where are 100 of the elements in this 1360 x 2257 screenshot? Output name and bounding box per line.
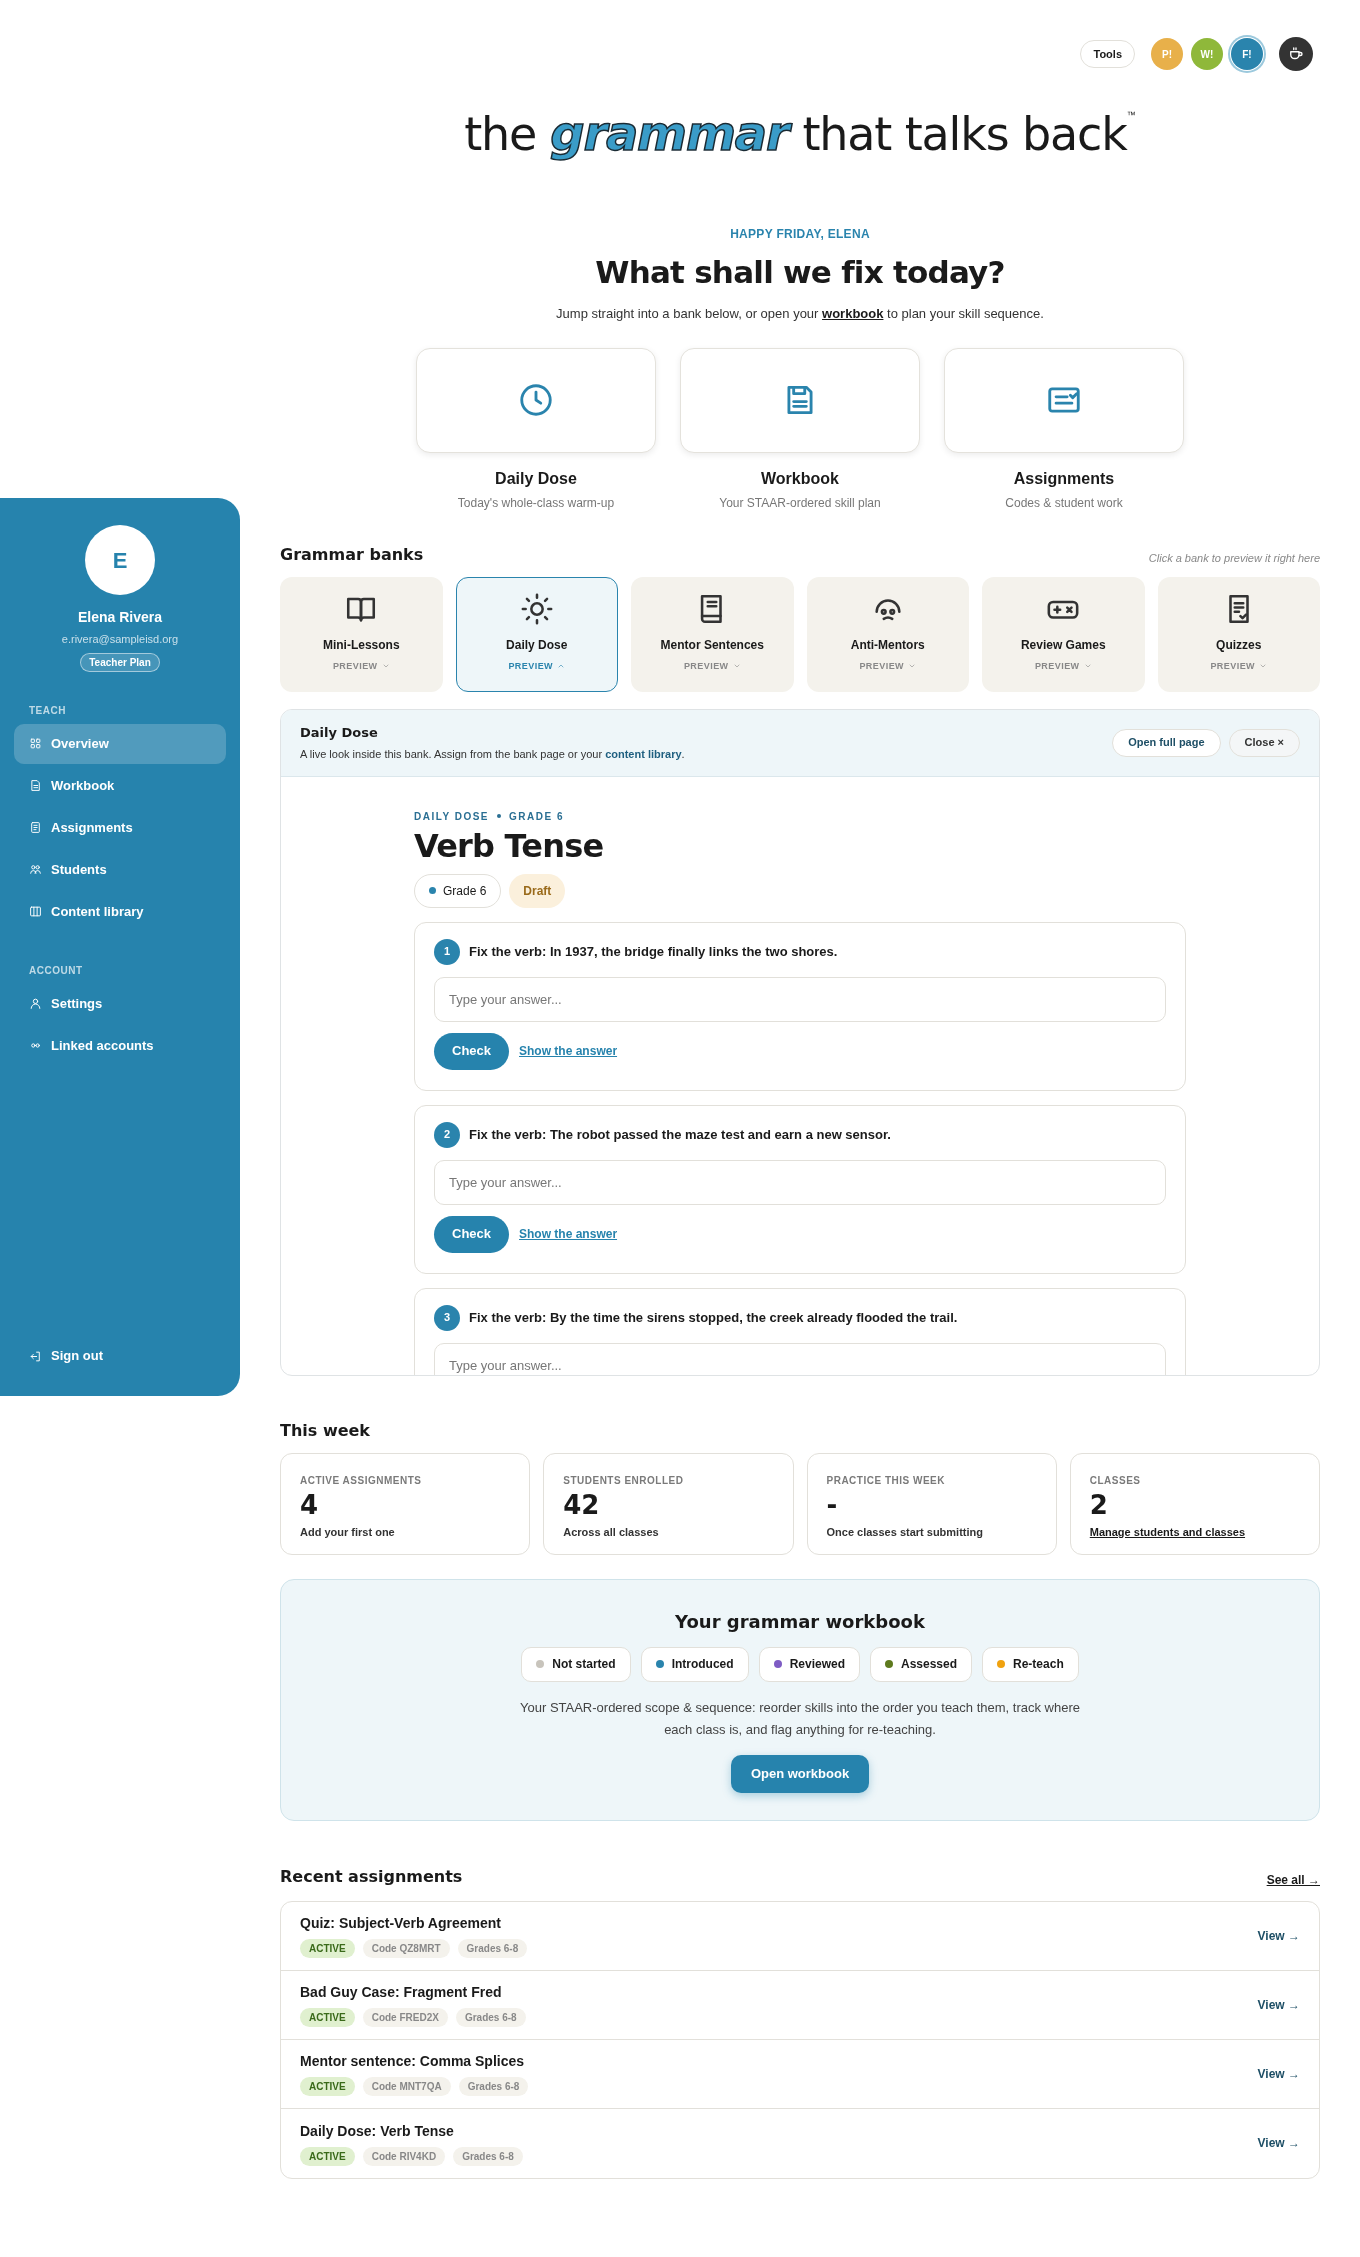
status-badge: ACTIVE: [300, 2008, 355, 2027]
sun-icon: [519, 591, 554, 626]
preview-label: PREVIEW: [683, 659, 729, 673]
code-tag: Code MNT7QA: [362, 2077, 451, 2096]
person-icon: [29, 997, 42, 1010]
section-heading: Grammar banks: [280, 543, 424, 566]
preview-label: PREVIEW: [859, 659, 905, 673]
notepad-icon: [29, 821, 42, 834]
user-avatar: E: [85, 525, 155, 595]
people-icon: [29, 863, 42, 876]
sidebar-item[interactable]: Workbook: [14, 765, 226, 806]
lesson-title: Verb Tense: [414, 829, 605, 862]
assignment-title: Daily Dose: Verb Tense: [300, 2121, 455, 2141]
bank-card[interactable]: Daily Dose PREVIEW: [455, 576, 618, 692]
code-tag: Code QZ8MRT: [362, 1939, 450, 1958]
code-tag: Code FRED2X: [362, 2008, 448, 2027]
check-button[interactable]: Check: [434, 1215, 510, 1253]
code-tag: Code RIV4KD: [362, 2146, 446, 2166]
view-link[interactable]: View →: [1257, 2064, 1300, 2083]
content-library-link[interactable]: content library: [605, 748, 682, 760]
profile-avatar[interactable]: F!: [1231, 38, 1263, 70]
answer-field[interactable]: Type your answer...: [434, 1342, 1166, 1375]
user-name: Elena Rivera: [77, 608, 163, 627]
workbook-link[interactable]: workbook: [822, 306, 884, 321]
preview-label: PREVIEW: [508, 659, 554, 673]
show-answer-link[interactable]: Show the answer: [519, 1225, 618, 1243]
view-link[interactable]: View →: [1257, 1995, 1300, 2014]
view-link[interactable]: View →: [1257, 1926, 1300, 1945]
grid-icon: [29, 737, 42, 750]
grades-tag: Grades 6-8: [453, 2146, 523, 2166]
stat-label: PRACTICE THIS WEEK: [826, 1473, 946, 1488]
logo-text: that talks back: [802, 111, 1127, 157]
sidebar-item[interactable]: Linked accounts: [14, 1025, 226, 1066]
bank-card[interactable]: Anti-Mentors PREVIEW: [806, 576, 969, 692]
quick-link-subtitle: Codes & student work: [1005, 494, 1123, 512]
bank-card[interactable]: Review Games PREVIEW: [982, 576, 1145, 692]
quick-link-title: Assignments: [1013, 468, 1115, 489]
legend-label: Introduced: [671, 1656, 734, 1673]
tools-button[interactable]: Tools: [1080, 40, 1135, 68]
user-email: e.rivera@sampleisd.org: [61, 632, 179, 647]
question-prompt: Fix the verb: The robot passed the maze test and earn a new sensor.: [469, 1125, 891, 1144]
bank-card[interactable]: Mini-Lessons PREVIEW: [280, 576, 443, 692]
bank-card[interactable]: Mentor Sentences PREVIEW: [631, 576, 794, 692]
section-heading: Recent assignments: [280, 1865, 463, 1888]
quick-link-card[interactable]: [416, 347, 656, 453]
preview-label: PREVIEW: [1034, 659, 1080, 673]
stat-value: 42: [563, 1491, 601, 1518]
sign-out-icon: [29, 1349, 42, 1363]
page-heading: What shall we fix today?: [594, 257, 1006, 288]
question-number: 1: [434, 938, 460, 965]
open-full-page-button[interactable]: Open full page: [1112, 728, 1221, 757]
clock-icon: [517, 381, 555, 419]
draft-chip: Draft: [509, 873, 566, 908]
view-link[interactable]: View →: [1257, 2134, 1300, 2152]
stat-note: Once classes start submitting: [826, 1524, 984, 1540]
question-prompt: Fix the verb: In 1937, the bridge finally links the two shores.: [469, 942, 838, 961]
stat-label: CLASSES: [1089, 1473, 1142, 1488]
grades-tag: Grades 6-8: [457, 1939, 528, 1958]
sidebar-item[interactable]: Content library: [14, 891, 226, 932]
section-label: TEACH: [28, 703, 67, 718]
question-prompt: Fix the verb: By the time the sirens stopped, the creek already flooded the trail.: [469, 1308, 958, 1327]
section-label: ACCOUNT: [28, 963, 84, 978]
status-badge: ACTIVE: [300, 2077, 355, 2096]
logo-text: the: [464, 111, 537, 157]
legend-label: Not started: [552, 1656, 616, 1673]
open-workbook-button[interactable]: Open workbook: [730, 1754, 870, 1793]
document-icon: [29, 779, 42, 792]
legend-label: Reviewed: [789, 1656, 845, 1673]
workbook-description: Your STAAR-ordered scope & sequence: reorder skills into the order you teach them, track where each class is, and flag anything for re-teaching.: [520, 1698, 1080, 1739]
stat-label: STUDENTS ENROLLED: [563, 1473, 685, 1488]
sidebar-item[interactable]: Settings: [14, 983, 226, 1024]
grades-tag: Grades 6-8: [455, 2008, 526, 2027]
check-button[interactable]: Check: [434, 1032, 510, 1070]
quick-link-card[interactable]: [680, 347, 920, 453]
stat-value: 4: [300, 1491, 320, 1518]
answer-field[interactable]: Type your answer...: [434, 1159, 1166, 1205]
answer-field[interactable]: Type your answer...: [434, 976, 1166, 1022]
hint-text: Click a bank to preview it right here: [1148, 551, 1320, 566]
status-badge: ACTIVE: [300, 2146, 355, 2166]
coffee-button[interactable]: [1279, 37, 1313, 71]
quick-link-title: Daily Dose: [495, 468, 577, 489]
see-all-link[interactable]: See all →: [1266, 1870, 1320, 1889]
grades-tag: Grades 6-8: [458, 2077, 529, 2096]
bank-card[interactable]: Quizzes PREVIEW: [1157, 576, 1320, 692]
sidebar-item[interactable]: Assignments: [14, 807, 226, 848]
preview-label: PREVIEW: [332, 659, 378, 673]
quick-link-card[interactable]: [944, 347, 1184, 453]
stat-note: Add your first one: [300, 1524, 396, 1540]
show-answer-link[interactable]: Show the answer: [519, 1042, 618, 1060]
sidebar-item[interactable]: Students: [14, 849, 226, 890]
greeting-text: HAPPY FRIDAY, ELENA: [729, 226, 871, 243]
legend-label: Assessed: [901, 1656, 958, 1673]
assignment-title: Mentor sentence: Comma Splices: [300, 2052, 526, 2071]
manage-classes-link[interactable]: Manage students and classes: [1089, 1523, 1300, 1540]
columns-icon: [29, 905, 42, 918]
sign-out-button[interactable]: Sign out: [14, 1338, 226, 1374]
close-button[interactable]: Close ×: [1228, 728, 1300, 757]
quick-link-title: Workbook: [761, 468, 839, 489]
quick-link-subtitle: Your STAAR-ordered skill plan: [719, 494, 881, 512]
preview-label: PREVIEW: [1210, 659, 1256, 673]
